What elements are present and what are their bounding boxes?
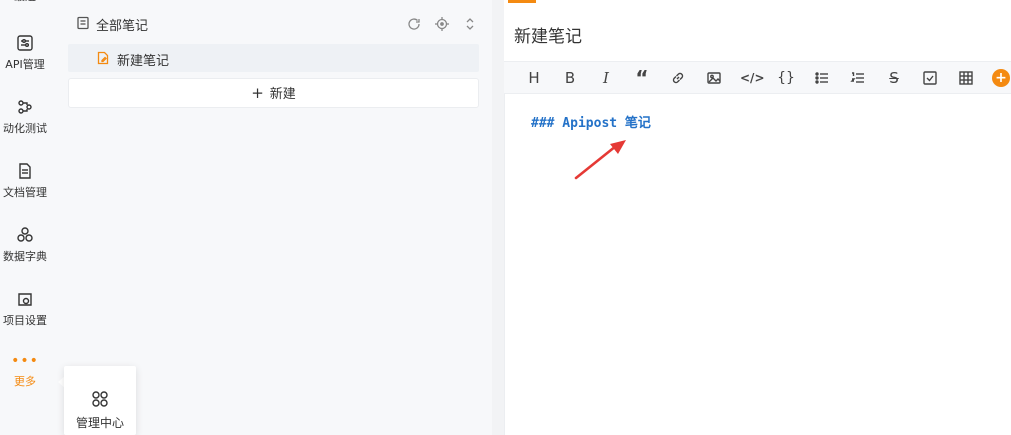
note-item-label: 新建笔记 [117,54,170,69]
nav-item-label: 最近 [14,0,36,3]
bullet-list-button[interactable] [812,68,832,88]
document-icon [16,162,34,180]
locate-icon[interactable] [434,16,450,32]
nav-item-label: 数据字典 [3,250,47,263]
tree-header-label: 全部笔记 [96,19,149,34]
nav-item-data-dictionary[interactable]: 数据字典 [0,226,50,264]
strikethrough-button[interactable]: S [884,68,904,88]
link-button[interactable] [668,68,688,88]
more-button[interactable]: + [992,69,1010,87]
new-note-button[interactable]: + 新建 [68,78,479,108]
tree-header: 全部笔记 [74,14,478,34]
automation-icon [16,98,34,116]
nav-item-docs[interactable]: 文档管理 [0,162,50,200]
nav-item-label: API管理 [5,58,45,71]
nav-item-recent[interactable]: 最近 [0,0,50,4]
nav-item-api-manage[interactable]: API管理 [0,34,50,72]
nav-item-label: 动化测试 [3,122,47,135]
bullet-list-icon [815,72,828,84]
image-button[interactable] [704,68,724,88]
image-icon [707,72,721,84]
manage-center-label: 管理中心 [75,416,124,430]
new-note-button-label: 新建 [269,87,296,102]
table-button[interactable] [956,68,976,88]
nav-item-label: 更多 [14,375,36,388]
tree-tools [398,16,478,36]
nav-item-label: 项目设置 [3,314,47,327]
notebook-icon [76,16,90,30]
left-nav-rail: 最近 API管理 动化测试 文档管理 数据字典 项目设置 ••• 更多 [0,0,60,435]
italic-button[interactable]: I [596,68,616,88]
bold-button[interactable]: B [560,68,580,88]
nav-item-label: 文档管理 [3,186,47,199]
link-icon [672,72,684,84]
refresh-icon[interactable] [406,16,422,32]
ordered-list-button[interactable] [848,68,868,88]
more-icon: ••• [11,353,39,369]
nav-item-more[interactable]: ••• 更多 [0,354,50,389]
manage-center-popover[interactable]: 管理中心 [64,366,136,435]
nav-item-project-settings[interactable]: 项目设置 [0,290,50,328]
heading-button[interactable]: H [524,68,544,88]
nav-item-automation[interactable]: 动化测试 [0,98,50,136]
data-dictionary-icon [16,226,34,244]
table-icon [959,71,973,85]
checkbox-icon [923,71,937,85]
note-file-icon [96,51,110,65]
api-settings-icon [16,34,34,52]
panel-divider[interactable] [492,0,504,435]
ordered-list-icon [850,72,864,83]
accent-tab-indicator [508,0,536,3]
editor-content-line[interactable]: ### Apipost 笔记 [531,112,651,131]
note-list-item[interactable]: 新建笔记 [68,44,479,72]
task-list-button[interactable] [920,68,940,88]
editor-toolbar: H B I “ </> {} S + [504,61,1011,94]
expand-collapse-icon[interactable] [462,16,478,32]
code-button[interactable]: </> [740,68,765,88]
code-block-button[interactable]: {} [776,68,796,88]
plus-icon: + [251,84,264,102]
project-settings-icon [16,290,34,308]
grid-apps-icon [91,390,109,408]
red-arrow-annotation [574,140,626,180]
quote-button[interactable]: “ [632,68,652,88]
note-title[interactable]: 新建笔记 [514,22,582,47]
